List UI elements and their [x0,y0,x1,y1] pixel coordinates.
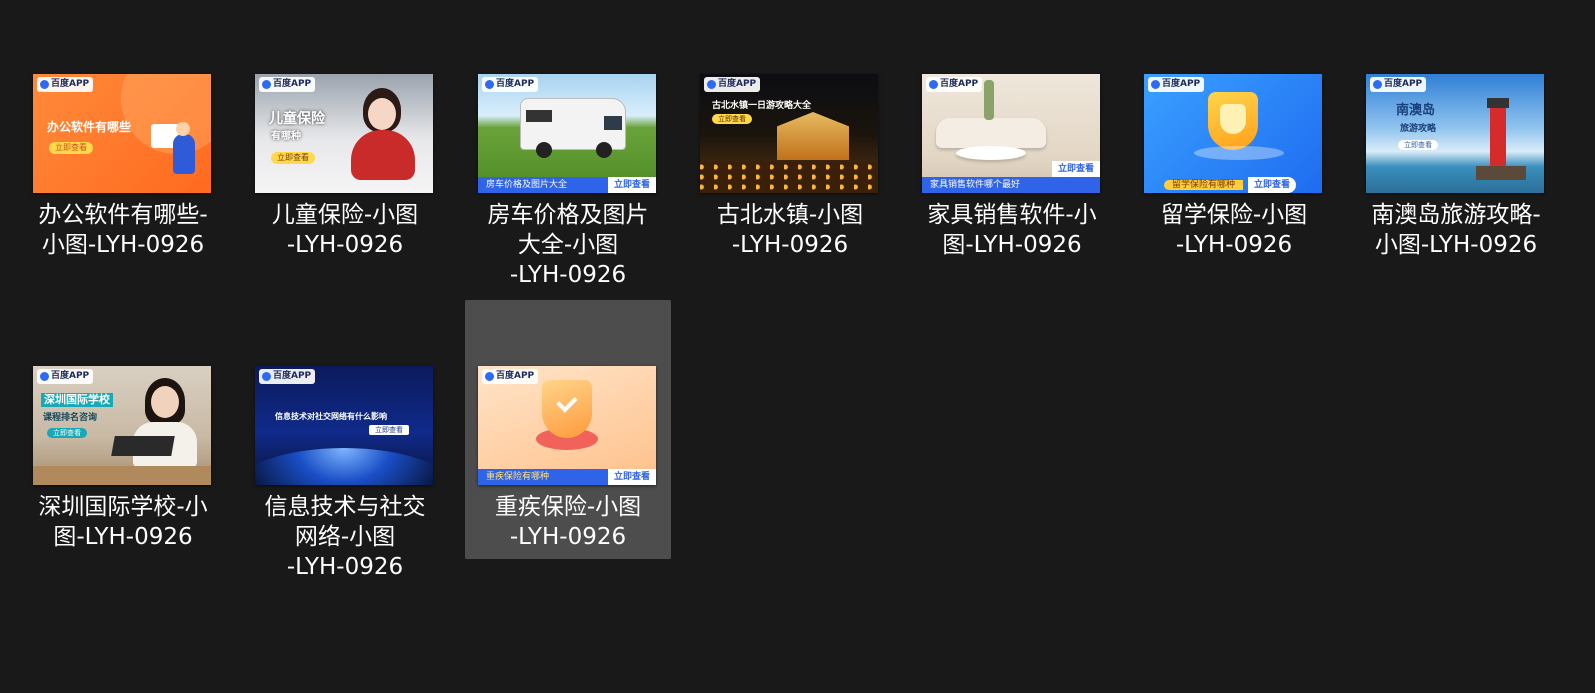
file-thumbnail: 百度APP 重疾保险有哪种 立即查看 [478,366,656,485]
file-item[interactable]: 百度APP 家具销售软件哪个最好 立即查看 家具销售软件-小 图-LYH-092… [909,65,1115,323]
paw-icon [485,80,494,89]
baidu-logo-badge: 百度APP [259,77,316,92]
paw-icon [485,372,494,381]
baidu-logo-badge: 百度APP [1148,77,1205,92]
file-item-selected[interactable]: 百度APP 重疾保险有哪种 立即查看 重疾保险-小图 -LYH-0926 [465,300,671,559]
baidu-logo-badge: 百度APP [704,77,761,92]
file-item[interactable]: 百度APP 办公软件有哪些 立即查看 办公软件有哪些- 小图-LYH-0926 [20,65,226,323]
file-name: 留学保险-小图 -LYH-0926 [1160,202,1308,258]
thumbnail-strip: 家具销售软件哪个最好 立即查看 [922,161,1100,193]
paw-icon [262,80,271,89]
thumbnail-strip: 留学保险有哪种 立即查看 [1144,177,1322,193]
file-item[interactable]: 百度APP 房车价格及图片大全 立即查看 房车价格及图片 大全-小图 -LYH-… [465,65,671,323]
file-thumbnail: 百度APP 南澳岛 旅游攻略 立即查看 [1366,74,1544,193]
thumbnail-cta: 立即查看 [271,152,315,164]
baidu-logo-badge: 百度APP [1370,77,1427,92]
baidu-logo-badge: 百度APP [259,369,316,384]
baidu-logo-badge: 百度APP [37,77,94,92]
thumbnail-strip-text: 房车价格及图片大全 [486,180,568,190]
file-thumbnail: 百度APP 深圳国际学校 课程排名咨询 立即查看 [33,366,211,485]
thumbnail-title: 信息技术对社交网络有什么影响 [275,412,387,421]
file-thumbnail: 百度APP 信息技术对社交网络有什么影响 立即查看 [255,366,433,485]
thumbnail-title: 南澳岛 [1396,103,1436,118]
thumbnail-strip-text: 家具销售软件哪个最好 [930,180,1021,190]
file-item[interactable]: 百度APP 信息技术对社交网络有什么影响 立即查看 信息技术与社交 网络-小图 … [242,357,448,615]
file-thumbnail: 百度APP 古北水镇一日游攻略大全 立即查看 [700,74,878,193]
file-item[interactable]: 百度APP 儿童保险 有哪种 立即查看 儿童保险-小图 -LYH-0926 [242,65,448,323]
thumbnail-cta: 立即查看 [49,142,93,154]
thumbnail-subtitle: 课程排名咨询 [43,413,98,423]
file-name: 深圳国际学校-小 图-LYH-0926 [38,494,208,550]
file-item[interactable]: 百度APP 深圳国际学校 课程排名咨询 立即查看 深圳国际学校-小 图-LYH-… [20,357,226,615]
thumbnail-cta: 立即查看 [608,177,656,193]
file-thumbnail: 百度APP 家具销售软件哪个最好 立即查看 [922,74,1100,193]
baidu-logo-badge: 百度APP [926,77,983,92]
paw-icon [262,372,271,381]
paw-icon [707,80,716,89]
thumbnail-title: 古北水镇一日游攻略大全 [712,101,812,111]
thumbnail-strip-text: 留学保险有哪种 [1164,180,1244,190]
thumbnail-subtitle: 有哪种 [271,131,301,142]
thumbnail-cta: 立即查看 [47,428,87,438]
file-thumbnail: 百度APP 办公软件有哪些 立即查看 [33,74,211,193]
thumbnail-cta: 立即查看 [1052,161,1100,177]
file-name: 南澳岛旅游攻略- 小图-LYH-0926 [1371,202,1541,258]
thumbnail-strip: 房车价格及图片大全 立即查看 [478,177,656,193]
thumbnail-title: 儿童保险 [269,111,325,127]
file-thumbnail: 百度APP 儿童保险 有哪种 立即查看 [255,74,433,193]
file-item[interactable]: 百度APP 古北水镇一日游攻略大全 立即查看 古北水镇-小图 -LYH-0926 [687,65,893,323]
file-name: 办公软件有哪些- 小图-LYH-0926 [38,202,208,258]
file-name: 儿童保险-小图 -LYH-0926 [271,202,419,258]
thumbnail-cta: 立即查看 [1248,177,1296,193]
thumbnail-cta: 立即查看 [712,114,752,124]
file-name: 家具销售软件-小 图-LYH-0926 [927,202,1097,258]
file-item[interactable]: 百度APP 南澳岛 旅游攻略 立即查看 南澳岛旅游攻略- 小图-LYH-0926 [1353,65,1559,323]
thumbnail-strip: 重疾保险有哪种 立即查看 [478,469,656,485]
file-name: 信息技术与社交 网络-小图 -LYH-0926 [264,494,426,580]
thumbnail-title: 办公软件有哪些 [47,120,132,134]
paw-icon [1151,80,1160,89]
file-item[interactable]: 百度APP 留学保险有哪种 立即查看 留学保险-小图 -LYH-0926 [1131,65,1337,323]
file-name: 古北水镇-小图 -LYH-0926 [716,202,864,258]
thumbnail-cta: 立即查看 [608,469,656,485]
baidu-logo-badge: 百度APP [482,77,539,92]
paw-icon [40,80,49,89]
thumbnail-cta: 立即查看 [369,425,409,435]
paw-icon [40,372,49,381]
thumbnail-strip-text: 重疾保险有哪种 [486,472,550,482]
file-name: 房车价格及图片 大全-小图 -LYH-0926 [487,202,649,288]
baidu-logo-badge: 百度APP [37,369,94,384]
file-grid: 百度APP 办公软件有哪些 立即查看 办公软件有哪些- 小图-LYH-0926 … [0,0,1595,693]
file-name: 重疾保险-小图 -LYH-0926 [494,494,642,550]
paw-icon [929,80,938,89]
thumbnail-title: 深圳国际学校 [41,393,113,407]
thumbnail-cta: 立即查看 [1398,140,1438,150]
paw-icon [1373,80,1382,89]
thumbnail-subtitle: 旅游攻略 [1400,124,1437,134]
file-thumbnail: 百度APP 房车价格及图片大全 立即查看 [478,74,656,193]
file-thumbnail: 百度APP 留学保险有哪种 立即查看 [1144,74,1322,193]
baidu-logo-badge: 百度APP [482,369,539,384]
